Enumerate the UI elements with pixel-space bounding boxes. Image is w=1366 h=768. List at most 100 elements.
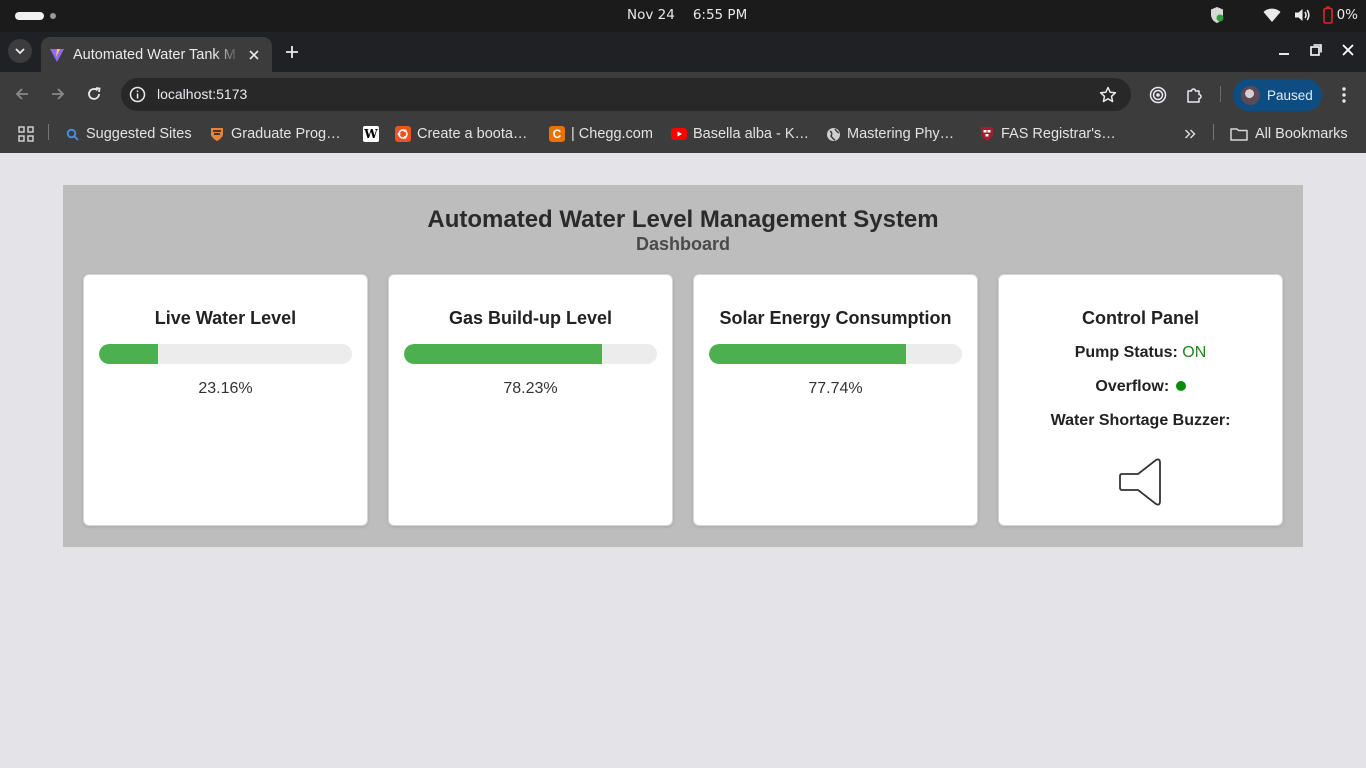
progress-percent: 77.74% — [808, 380, 863, 397]
ubuntu-icon — [395, 126, 411, 142]
workspace-indicator[interactable] — [50, 13, 56, 19]
new-tab-button[interactable] — [282, 42, 302, 62]
bookmark-create-bootable[interactable]: Create a boota… — [395, 124, 527, 144]
chevron-down-icon — [15, 48, 25, 55]
tab-strip: Automated Water Tank M — [0, 32, 1366, 72]
restore-button[interactable] — [1308, 42, 1324, 58]
os-time: 6:55 PM — [692, 7, 748, 23]
volume-icon — [1294, 9, 1310, 21]
toolbar-separator — [1220, 86, 1221, 102]
bookmark-basella-alba[interactable]: Basella alba - K… — [671, 124, 809, 144]
os-date: Nov 24 — [627, 7, 675, 23]
browser-menu-button[interactable] — [1334, 85, 1354, 105]
bookmark-mastering-physics[interactable]: Mastering Phy… — [825, 124, 954, 144]
folder-icon — [1230, 126, 1248, 142]
gas-level-card: Gas Build-up Level 78.23% — [388, 274, 673, 526]
profile-status-label: Paused — [1267, 87, 1313, 103]
workspace-indicator-active[interactable] — [15, 12, 44, 20]
progress-bar — [99, 344, 352, 364]
card-title: Solar Energy Consumption — [719, 308, 952, 328]
bookmark-fas-registrar[interactable]: FAS Registrar's… — [979, 124, 1116, 144]
extension-button[interactable] — [1148, 85, 1168, 105]
chevron-double-right-icon — [1184, 129, 1196, 139]
bookmark-chegg[interactable]: C | Chegg.com — [549, 124, 653, 144]
close-icon — [249, 49, 259, 60]
address-bar[interactable]: localhost:5173 — [121, 78, 1131, 111]
os-clock[interactable]: Nov 24 6:55 PM — [627, 7, 747, 23]
browser-tab-active[interactable]: Automated Water Tank M — [41, 37, 272, 72]
page-title: Automated Water Level Management System — [427, 206, 939, 233]
youtube-icon — [671, 126, 687, 142]
shield-icon — [1210, 7, 1224, 23]
arrow-right-icon — [52, 88, 65, 100]
apps-button[interactable] — [18, 124, 34, 144]
battery-indicator: 0% — [1322, 6, 1358, 24]
buzzer-row: Water Shortage Buzzer: — [999, 412, 1282, 430]
buzzer-label: Water Shortage Buzzer: — [1050, 412, 1231, 429]
close-icon — [1342, 44, 1354, 56]
avatar — [1241, 85, 1260, 105]
harvard-icon — [979, 126, 995, 142]
princeton-icon — [209, 126, 225, 142]
pump-status-label: Pump Status: — [1074, 344, 1178, 361]
progress-fill — [404, 344, 602, 364]
bookmark-label: Suggested Sites — [86, 126, 192, 142]
bookmark-graduate-programs[interactable]: Graduate Prog… — [209, 124, 341, 144]
page-subtitle: Dashboard — [635, 234, 731, 254]
dashboard-panel: Automated Water Level Management System … — [63, 185, 1303, 547]
bookmarks-overflow-button[interactable] — [1184, 124, 1196, 144]
pump-status-row: Pump Status: ON — [999, 344, 1282, 362]
tab-close-button[interactable] — [246, 47, 262, 63]
bookmark-label: FAS Registrar's… — [1001, 126, 1116, 142]
site-info-icon[interactable] — [129, 86, 146, 103]
progress-bar — [404, 344, 657, 364]
vite-logo-icon — [50, 48, 64, 62]
card-title: Live Water Level — [154, 308, 297, 328]
progress-bar — [709, 344, 962, 364]
system-tray[interactable]: 0% — [1209, 6, 1358, 24]
minimize-icon — [1279, 53, 1289, 55]
all-bookmarks-button[interactable]: All Bookmarks — [1230, 124, 1348, 144]
bookmark-label: | Chegg.com — [571, 126, 653, 142]
close-window-button[interactable] — [1340, 42, 1356, 58]
progress-percent: 23.16% — [198, 380, 253, 397]
bookmark-suggested-sites[interactable]: Suggested Sites — [64, 124, 192, 144]
reload-button[interactable] — [84, 84, 104, 104]
bookmarks-bar: Suggested Sites Graduate Prog… W Create … — [0, 116, 1366, 153]
window-controls — [1276, 42, 1356, 58]
minimize-button[interactable] — [1276, 42, 1292, 58]
solar-energy-card: Solar Energy Consumption 77.74% — [693, 274, 978, 526]
bookmarks-separator — [48, 124, 49, 140]
apps-grid-icon — [18, 126, 34, 142]
browser-toolbar: localhost:5173 — [0, 72, 1366, 116]
back-button[interactable] — [12, 84, 32, 104]
search-icon — [64, 126, 80, 142]
os-top-bar: Nov 24 6:55 PM 0% — [0, 0, 1366, 32]
wikipedia-icon: W — [363, 126, 379, 142]
progress-fill — [709, 344, 906, 364]
url-text[interactable]: localhost:5173 — [157, 86, 247, 102]
speaker-icon[interactable] — [1118, 458, 1164, 506]
extensions-menu-button[interactable] — [1184, 85, 1204, 105]
water-level-card: Live Water Level 23.16% — [83, 274, 368, 526]
wifi-icon — [1263, 8, 1281, 22]
progress-percent: 78.23% — [503, 380, 558, 397]
pump-status-value: ON — [1182, 344, 1207, 361]
bookmarks-separator — [1213, 124, 1214, 140]
tab-search-button[interactable] — [8, 39, 32, 63]
overflow-label: Overflow: — [1095, 378, 1170, 395]
restore-icon — [1310, 44, 1322, 56]
bookmark-label: Graduate Prog… — [231, 126, 341, 142]
profile-button[interactable]: Paused — [1233, 79, 1322, 111]
bookmark-wikipedia[interactable]: W — [363, 124, 385, 144]
bookmark-star-icon[interactable] — [1099, 86, 1117, 104]
all-bookmarks-label: All Bookmarks — [1255, 126, 1348, 142]
control-panel-card: Control Panel Pump Status: ON Overflow: … — [998, 274, 1283, 526]
battery-empty-icon — [1322, 6, 1333, 24]
forward-button[interactable] — [48, 84, 68, 104]
plus-icon — [286, 46, 298, 58]
puzzle-icon — [1187, 88, 1202, 103]
bookmark-label: Basella alba - K… — [693, 126, 810, 142]
card-title: Gas Build-up Level — [448, 308, 613, 328]
battery-percent: 0% — [1336, 7, 1358, 23]
